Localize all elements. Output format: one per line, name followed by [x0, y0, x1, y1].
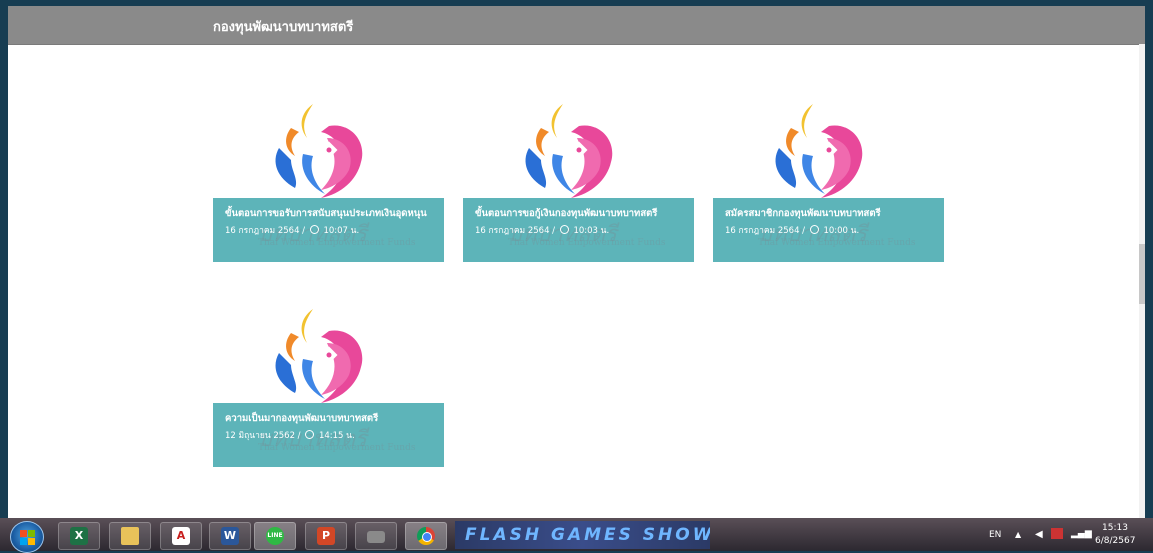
card-title[interactable]: สมัครสมาชิกกองทุนพัฒนาบทบาทสตรี — [725, 206, 881, 221]
card-time-text: 14:15 น. — [318, 431, 355, 441]
logo-icon — [275, 104, 363, 198]
news-card[interactable]: บทบาทสตรี Thai Women Empowerment Funds ข… — [463, 98, 694, 273]
clock-date[interactable]: 6/8/2567 — [1095, 536, 1135, 546]
powerpoint-icon: P — [317, 527, 335, 545]
windows-logo-green — [28, 530, 35, 537]
card-time-text: 10:03 น. — [573, 226, 610, 236]
game-banner: FLASH GAMES SHOW — [455, 521, 710, 549]
taskbar-explorer[interactable] — [109, 522, 151, 550]
card-time-text: 10:07 น. — [323, 226, 360, 236]
card-title[interactable]: ความเป็นมากองทุนพัฒนาบทบาทสตรี — [225, 411, 378, 426]
network-icon[interactable]: ▂▄▆ — [1071, 529, 1092, 539]
card-date: 16 กรกฎาคม 2564 / 10:07 น. — [225, 225, 360, 236]
start-button[interactable] — [10, 521, 44, 553]
logo-icon — [775, 104, 863, 198]
card-date: 16 กรกฎาคม 2564 / 10:03 น. — [475, 225, 610, 236]
news-card[interactable]: บทบาทสตรี Thai Women Empowerment Funds ค… — [213, 303, 444, 478]
clock-icon — [809, 225, 819, 234]
card-band: บทบาทสตรี Thai Women Empowerment Funds ข… — [213, 198, 444, 262]
clock-icon — [309, 225, 319, 234]
taskbar-acrobat[interactable]: A — [160, 522, 202, 550]
windows-logo-red — [20, 530, 27, 537]
card-title[interactable]: ขั้นตอนการขอรับการสนับสนุนประเภทเงินอุดห… — [225, 206, 427, 221]
card-time-text: 10:00 น. — [823, 226, 860, 236]
card-date: 12 มิถุนายน 2562 / 14:15 น. — [225, 430, 355, 441]
windows-logo-blue — [20, 538, 27, 545]
folder-icon — [121, 527, 139, 545]
printer-icon — [367, 531, 385, 543]
taskbar-word[interactable]: W — [209, 522, 251, 550]
watermark-subtext: Thai Women Empowerment Funds — [508, 238, 666, 248]
volume-icon[interactable]: ◀ — [1035, 529, 1043, 540]
card-date-text: 16 กรกฎาคม 2564 — [225, 226, 300, 236]
taskbar-line[interactable]: LINE — [254, 522, 296, 550]
word-icon: W — [221, 527, 239, 545]
clock-icon — [305, 430, 315, 439]
card-title[interactable]: ขั้นตอนการขอกู้เงินกองทุนพัฒนาบทบาทสตรี — [475, 206, 657, 221]
news-card[interactable]: บทบาทสตรี Thai Women Empowerment Funds ข… — [213, 98, 444, 273]
scrollbar-thumb[interactable] — [1139, 244, 1145, 304]
language-indicator[interactable]: EN — [989, 530, 1001, 540]
taskbar-powerpoint[interactable]: P — [305, 522, 347, 550]
taskbar-chrome[interactable] — [405, 522, 447, 550]
card-band: บทบาทสตรี Thai Women Empowerment Funds ส… — [713, 198, 944, 262]
site-title[interactable]: กองทุนพัฒนาบทบาทสตรี — [213, 16, 353, 37]
watermark-subtext: Thai Women Empowerment Funds — [258, 443, 416, 453]
chrome-icon-center — [422, 532, 432, 542]
taskbar-printer[interactable] — [355, 522, 397, 550]
excel-icon: X — [70, 527, 88, 545]
taskbar-excel[interactable]: X — [58, 522, 100, 550]
clock-time[interactable]: 15:13 — [1102, 523, 1128, 533]
action-center-icon[interactable] — [1051, 528, 1063, 539]
browser-page: กองทุนพัฒนาบทบาทสตรี บทบาทสตรี Thai Wome… — [8, 6, 1145, 518]
chrome-icon — [417, 527, 435, 545]
card-date: 16 กรกฎาคม 2564 / 10:00 น. — [725, 225, 860, 236]
card-date-text: 12 มิถุนายน 2562 — [225, 431, 295, 441]
card-band: บทบาทสตรี Thai Women Empowerment Funds ข… — [463, 198, 694, 262]
acrobat-icon: A — [172, 527, 190, 545]
watermark-subtext: Thai Women Empowerment Funds — [758, 238, 916, 248]
line-icon: LINE — [266, 527, 284, 545]
card-band: บทบาทสตรี Thai Women Empowerment Funds ค… — [213, 403, 444, 467]
card-date-text: 16 กรกฎาคม 2564 — [725, 226, 800, 236]
card-date-text: 16 กรกฎาคม 2564 — [475, 226, 550, 236]
windows-logo-yellow — [28, 538, 35, 545]
site-header: กองทุนพัฒนาบทบาทสตรี — [8, 6, 1145, 45]
taskbar: X A W LINE P FLASH GAMES SHOW EN ▲ ◀ ▂▄▆… — [0, 518, 1153, 553]
watermark-subtext: Thai Women Empowerment Funds — [258, 238, 416, 248]
logo-icon — [275, 309, 363, 403]
scrollbar[interactable] — [1139, 44, 1145, 518]
system-tray: EN ▲ ◀ ▂▄▆ 15:13 6/8/2567 — [975, 518, 1145, 551]
logo-icon — [525, 104, 613, 198]
show-hidden-icons[interactable]: ▲ — [1015, 530, 1021, 539]
news-card[interactable]: บทบาทสตรี Thai Women Empowerment Funds ส… — [713, 98, 944, 273]
clock-icon — [559, 225, 569, 234]
